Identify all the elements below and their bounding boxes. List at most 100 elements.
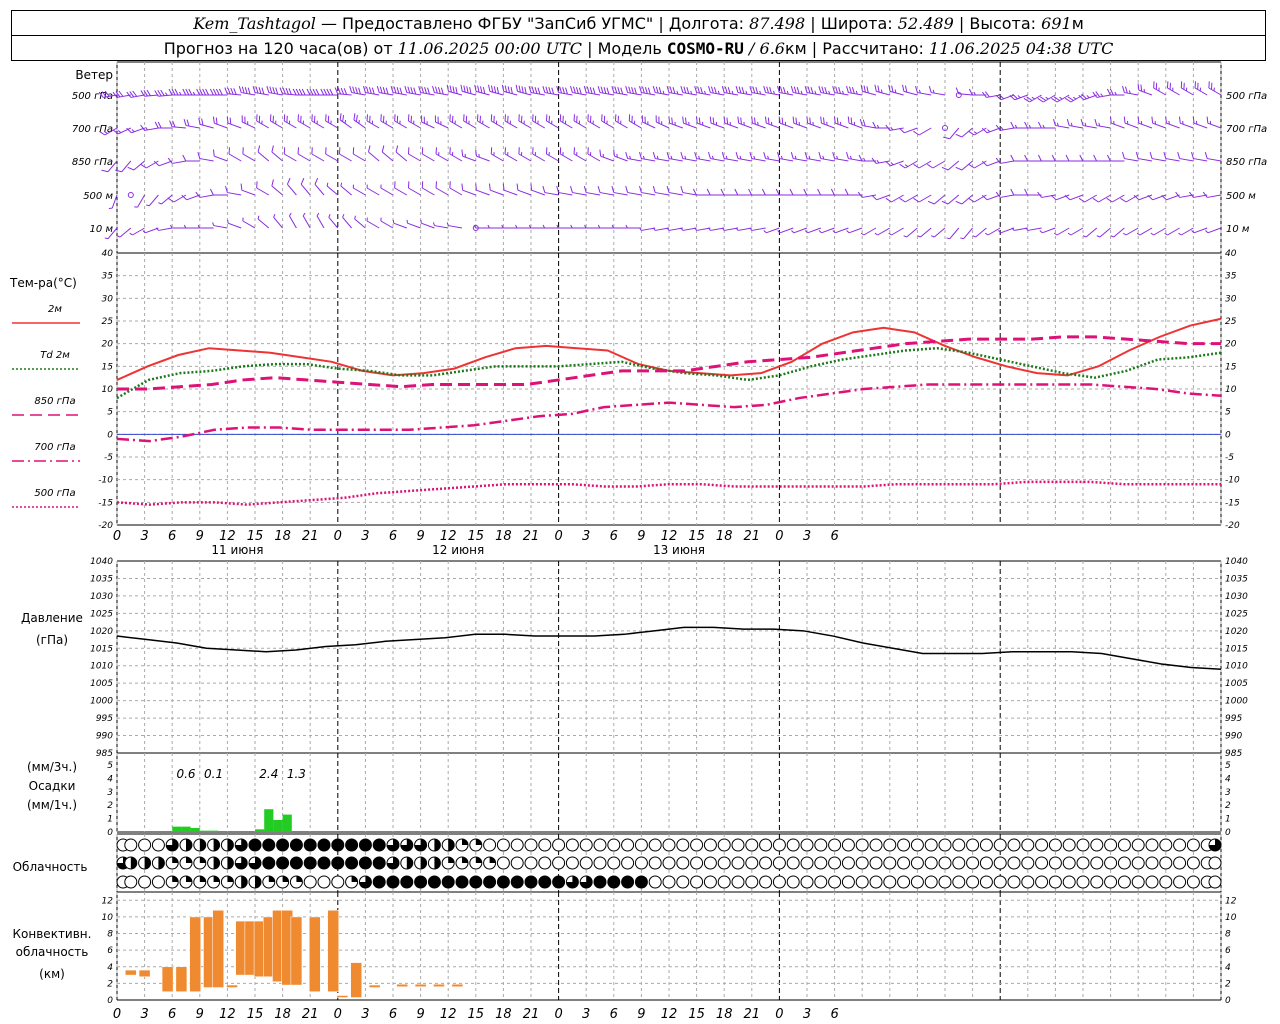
wind-barb-shaft xyxy=(421,222,435,229)
wind-barb-half xyxy=(930,235,935,238)
cloud-symbol xyxy=(607,856,621,870)
cloud-symbol xyxy=(138,875,152,889)
wind-barb-feather xyxy=(488,183,491,191)
cloud-symbol xyxy=(1145,856,1159,870)
temp-hour-label: 3 xyxy=(582,529,590,544)
wind-barb-feather xyxy=(578,87,582,95)
pressure-panel-tick-left: 1015 xyxy=(90,644,113,654)
wind-barb xyxy=(242,217,256,229)
wind-barb xyxy=(283,147,297,162)
wind-barb xyxy=(154,121,173,129)
temp-panel-tick-right: 5 xyxy=(1225,408,1231,418)
convective-hour-label: 21 xyxy=(744,1007,761,1022)
wind-barb-feather xyxy=(833,116,836,124)
wind-barb xyxy=(542,224,559,229)
wind-barb-shaft xyxy=(655,92,670,96)
wind-barb xyxy=(340,182,352,196)
cloud-symbol xyxy=(1021,856,1035,870)
wind-barb-shaft xyxy=(627,192,642,196)
cloud-symbol xyxy=(993,875,1007,889)
temp-panel-tick-left: 25 xyxy=(102,317,114,327)
wind-barb-shaft xyxy=(491,153,504,162)
wind-barb-shaft xyxy=(807,122,821,129)
temp-panel-tick-right: -5 xyxy=(1225,453,1234,463)
cloud-symbol xyxy=(1145,875,1159,889)
wind-barb-feather xyxy=(271,179,274,187)
wind-barb xyxy=(899,160,918,169)
wind-barb-feather xyxy=(613,149,615,157)
cloud-symbol xyxy=(648,838,662,852)
wind-barb xyxy=(1137,83,1153,96)
wind-barb-shaft xyxy=(530,92,545,96)
cloud-symbol xyxy=(924,856,938,870)
wind-barb-feather xyxy=(323,88,328,96)
wind-barb-feather xyxy=(241,115,243,123)
wind-barb-feather xyxy=(209,188,214,196)
wind-barb-shaft xyxy=(683,122,697,129)
wind-barb xyxy=(1150,227,1167,236)
wind-barb-feather xyxy=(551,87,555,95)
wind-barb-feather xyxy=(848,86,852,94)
wind-barb-shaft xyxy=(905,160,918,169)
cloud-symbol xyxy=(745,875,759,889)
wind-barb-feather xyxy=(215,88,220,96)
wind-barb xyxy=(1011,227,1028,231)
wind-barb-feather xyxy=(1206,116,1209,124)
wind-barb-shaft xyxy=(1027,227,1042,231)
wind-barb-feather xyxy=(421,115,423,123)
wind-barb-feather xyxy=(647,87,651,95)
wind-barb-feather xyxy=(548,87,552,94)
pressure-panel-tick-right: 1040 xyxy=(1225,557,1248,567)
wind-barb-feather xyxy=(761,188,766,196)
cloud-symbol-fill xyxy=(172,876,179,882)
cloud-symbol xyxy=(869,856,883,870)
wind-barb xyxy=(860,227,877,236)
wind-barb-shaft xyxy=(149,194,159,207)
wind-barb-shaft xyxy=(614,155,628,162)
wind-barb-feather xyxy=(286,177,291,185)
wind-barb-shaft xyxy=(751,227,766,231)
convective-bar xyxy=(309,916,321,992)
wind-barb-shaft xyxy=(1098,194,1111,203)
wind-barb-feather xyxy=(573,147,575,155)
cloud-symbol xyxy=(759,856,773,870)
wind-barb-feather xyxy=(700,87,704,94)
wind-barb xyxy=(874,227,891,236)
wind-barb-shaft xyxy=(751,92,766,96)
wind-barb-feather xyxy=(1037,121,1042,129)
wind-barb-shaft xyxy=(627,158,642,162)
wind-barb-feather xyxy=(562,87,566,94)
cloud-symbol-overcast xyxy=(497,876,510,888)
wind-barb-shaft xyxy=(1180,122,1194,129)
wind-barb-shaft xyxy=(793,122,808,129)
cloud-symbol xyxy=(731,875,745,889)
wind-barb xyxy=(300,177,311,196)
wind-barb xyxy=(652,227,670,231)
wind-barb-shaft xyxy=(379,92,394,96)
cloud-symbol xyxy=(1076,838,1090,852)
cloud-symbol xyxy=(1117,875,1131,889)
wind-barb-shaft xyxy=(615,120,628,129)
wind-barb xyxy=(1133,194,1153,201)
wind-barb xyxy=(846,151,863,162)
wind-barb-feather xyxy=(755,87,759,94)
wind-barb-shaft xyxy=(213,225,228,229)
wind-barb-feather xyxy=(790,151,794,159)
precip-bar xyxy=(199,830,209,832)
wind-barb-feather xyxy=(723,116,726,124)
cloud-symbol-fill xyxy=(282,876,289,882)
wind-barb-feather xyxy=(782,87,786,94)
cloud-symbol xyxy=(855,838,869,852)
wind-barb-shaft xyxy=(1165,158,1180,162)
wind-barb-half xyxy=(874,232,878,236)
wind-barb-half xyxy=(366,217,368,222)
wind-barb-half xyxy=(846,230,850,234)
convective-panel-tick-right: 4 xyxy=(1225,963,1231,973)
wind-barb-feather xyxy=(793,86,797,94)
wind-barb-shaft xyxy=(835,122,849,129)
cloud-symbol xyxy=(593,856,607,870)
cloud-symbol xyxy=(676,875,690,889)
convective-panel-tick-left: 8 xyxy=(107,930,113,940)
wind-barb-shaft xyxy=(668,192,683,196)
wind-barb-feather xyxy=(407,114,410,122)
